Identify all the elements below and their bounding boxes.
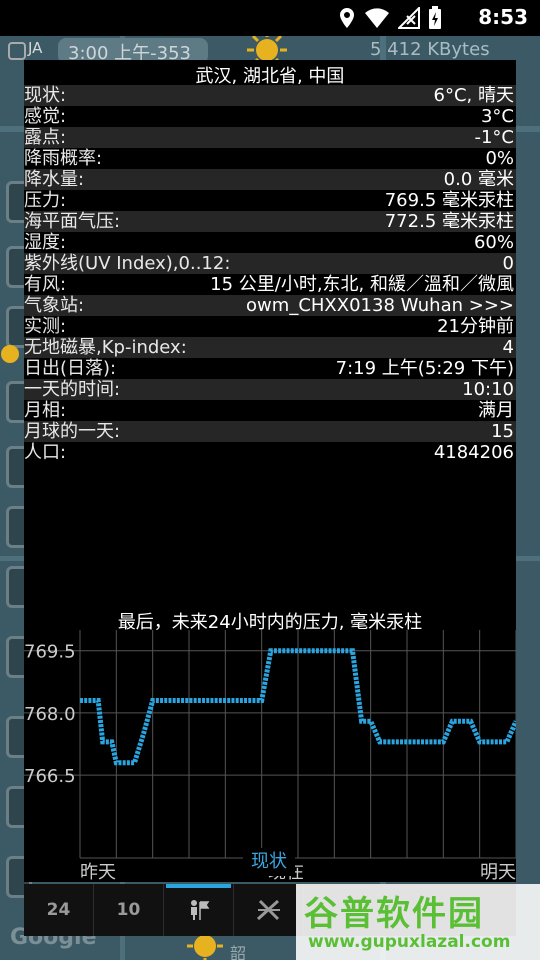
detail-value: 4 [502,337,514,358]
tab-tools[interactable] [234,884,304,936]
x-label-tomorrow: 明天 [480,862,516,880]
detail-value: 60% [473,232,514,253]
detail-key: 露点: [24,127,67,148]
weather-station-link[interactable]: owm_CHXX0138 Wuhan >>> [246,295,514,316]
map-bytes-counter: 5 412 KBytes [370,39,490,60]
detail-row: 降水量: 0.0 毫米 [24,169,516,190]
map-city-label: 韶 [230,944,247,960]
detail-key: 实测: [24,316,67,337]
detail-value: 15 公里/小时,东北, 和緩／溫和／微風 [210,274,514,295]
detail-key: 气象站: [24,295,85,316]
detail-row: 实测: 21分钟前 [24,316,516,337]
detail-row: 人口: 4184206 [24,442,516,463]
detail-row: 湿度: 60% [24,232,516,253]
chart-grid [79,630,516,858]
tab-station[interactable] [164,884,234,936]
detail-value: 21分钟前 [437,316,514,337]
detail-key: 紫外线(UV Index),0..12: [24,253,231,274]
chart-y-ticks: 769.5 768.0 766.5 [24,642,76,787]
detail-key: 海平面气压: [24,211,121,232]
now-label[interactable]: 现状 [243,848,295,876]
detail-row[interactable]: 气象站: owm_CHXX0138 Wuhan >>> [24,295,516,316]
detail-row: 感觉: 3°C [24,106,516,127]
detail-row: 紫外线(UV Index),0..12: 0 [24,253,516,274]
detail-key: 降水量: [24,169,85,190]
wifi-icon [365,8,389,28]
chart-grid [24,650,516,859]
detail-key: 降雨概率: [24,148,103,169]
detail-key: 湿度: [24,232,67,253]
detail-key: 无地磁暴,Kp-index: [24,337,187,358]
detail-row: 海平面气压: 772.5 毫米汞柱 [24,211,516,232]
map-square-icon [8,42,26,60]
detail-value: 0 [502,253,514,274]
status-clock: 8:53 [478,5,528,29]
detail-key: 现状: [24,85,67,106]
detail-value: 7:19 上午(5:29 下午) [335,358,514,379]
y-tick-label: 769.5 [24,642,76,663]
detail-row: 降雨概率: 0% [24,148,516,169]
detail-key: 月相: [24,400,67,421]
detail-row: 月球的一天: 15 [24,421,516,442]
y-tick-label: 768.0 [24,704,76,725]
detail-key: 人口: [24,442,67,463]
detail-value: 0.0 毫米 [443,169,514,190]
detail-value: -1°C [474,127,514,148]
detail-row: 一天的时间: 10:10 [24,379,516,400]
watermark-brand: 谷普软件园 [304,894,484,934]
detail-key: 感觉: [24,106,67,127]
detail-row: 无地磁暴,Kp-index: 4 [24,337,516,358]
detail-row: 月相: 满月 [24,400,516,421]
detail-value: 769.5 毫米汞柱 [384,190,514,211]
location-icon [340,8,354,28]
detail-value: 10:10 [462,379,514,400]
x-label-yesterday: 昨天 [80,862,116,880]
battery-charging-icon [429,6,441,29]
tab-10d[interactable]: 10 [94,884,164,936]
detail-row: 压力: 769.5 毫米汞柱 [24,190,516,211]
status-bar: 8:53 [0,0,540,36]
pressure-chart: 769.5 768.0 766.5 昨天 现在 明天 [24,630,516,880]
no-signal-icon [398,7,420,29]
station-person-icon [190,900,209,920]
detail-value: 15 [491,421,514,442]
detail-value: 3°C [480,106,514,127]
detail-key: 月球的一天: [24,421,121,442]
weather-details-list: 现状: 6°C, 晴天 感觉: 3°C 露点: -1°C 降雨概率: 0% 降水量: 0.… [24,85,516,463]
detail-row: 现状: 6°C, 晴天 [24,85,516,106]
detail-key: 日出(日落): [24,358,117,379]
detail-key: 压力: [24,190,67,211]
detail-value: 6°C, 晴天 [433,85,514,106]
watermark-url: www.gupuxlazal.com [308,932,511,952]
detail-key: 一天的时间: [24,379,121,400]
detail-value: 4184206 [433,442,514,463]
detail-row: 露点: -1°C [24,127,516,148]
detail-row: 有风: 15 公里/小时,东北, 和緩／溫和／微風 [24,274,516,295]
chart-x-labels: 昨天 现在 明天 [80,862,516,880]
tab-24h[interactable]: 24 [24,884,94,936]
y-tick-label: 766.5 [24,766,76,787]
detail-row: 日出(日落): 7:19 上午(5:29 下午) [24,358,516,379]
detail-value: 0% [485,148,514,169]
tools-icon [256,899,280,921]
detail-key: 有风: [24,274,67,295]
map-badge: JA [28,39,43,57]
detail-value: 满月 [478,400,514,421]
detail-value: 772.5 毫米汞柱 [384,211,514,232]
watermark-logo: 谷普软件园 www.gupuxlazal.com [296,884,540,960]
